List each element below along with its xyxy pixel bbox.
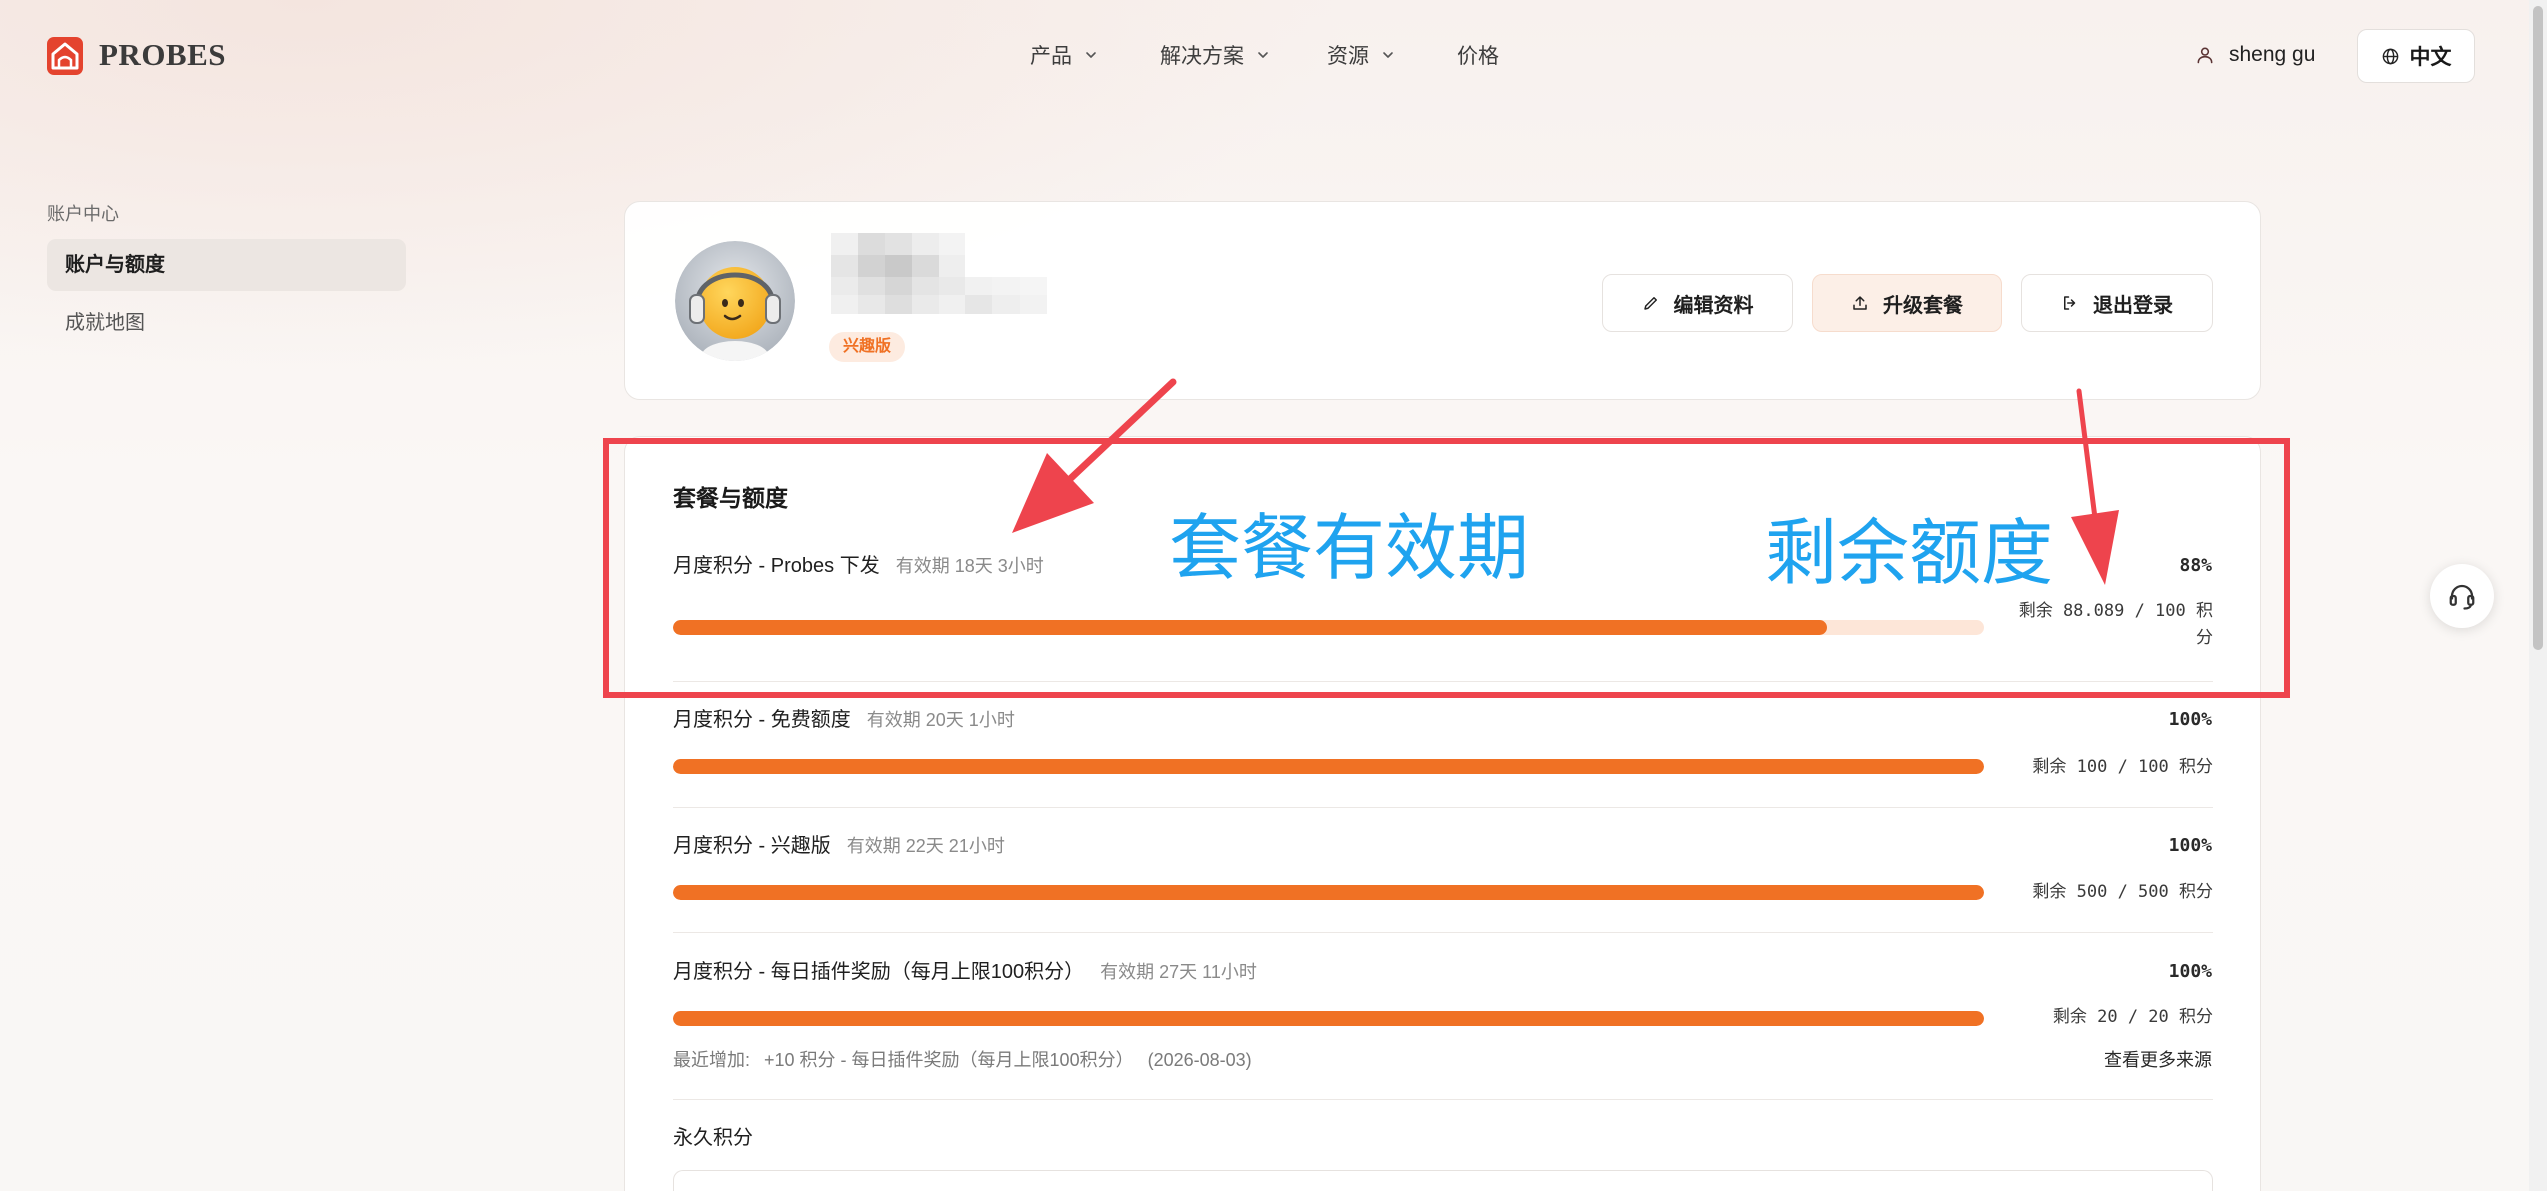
avatar[interactable] (675, 241, 795, 361)
sidebar-item-account-quota[interactable]: 账户与额度 (47, 239, 406, 291)
view-more-sources-link[interactable]: 查看更多来源 (2104, 1047, 2212, 1073)
upgrade-plan-button[interactable]: 升级套餐 (1812, 274, 2002, 332)
chevron-down-icon (1383, 52, 1393, 58)
headset-icon (2449, 584, 2475, 610)
quota-progress-bar (673, 885, 1984, 900)
quota-item-validity: 有效期 22天 21小时 (846, 836, 1005, 856)
upload-icon (1853, 296, 1867, 310)
quota-item-percent: 100% (2168, 961, 2212, 982)
logout-icon (2064, 296, 2076, 310)
globe-icon (2382, 48, 2398, 64)
permanent-credits-title: 永久积分 (673, 1127, 753, 1149)
quota-progress-fill (673, 759, 1984, 774)
nav-item-label: 解决方案 (1160, 45, 1244, 68)
language-switch-button[interactable]: 中文 (2357, 29, 2475, 83)
permanent-credits-panel (673, 1170, 2213, 1191)
upgrade-plan-label: 升级套餐 (1883, 294, 1963, 317)
quota-item-header: 月度积分 - 免费额度 有效期 20天 1小时 (673, 707, 1015, 733)
quota-progress-bar (673, 759, 1984, 774)
chevron-down-icon (1258, 52, 1268, 58)
quota-item-remaining: 剩余 500 / 500 积分 (2032, 882, 2213, 902)
nav-item-resources[interactable]: 资源 (1327, 35, 1395, 75)
nav-item-label: 价格 (1457, 45, 1499, 68)
redacted-user-name (831, 233, 1047, 314)
quota-item-percent: 100% (2168, 709, 2212, 730)
quota-item-header: 月度积分 - 兴趣版 有效期 22天 21小时 (673, 833, 1005, 859)
chevron-down-icon (1086, 52, 1096, 58)
quota-progress-fill (673, 885, 1984, 900)
quota-item-name: 月度积分 - 免费额度 (673, 709, 851, 731)
quota-item-remaining: 剩余 100 / 100 积分 (2032, 757, 2213, 777)
user-menu[interactable]: sheng gu (2195, 35, 2315, 75)
user-icon (2197, 47, 2213, 64)
user-name: sheng gu (2229, 43, 2316, 66)
page: PROBES 产品 解决方案 资源 价格 sheng gu 中文 账户中心 账户… (0, 0, 2547, 1191)
recent-increase-date: (2026-08-03) (1147, 1050, 1252, 1070)
profile-card: 兴趣版 编辑资料 升级套餐 退出登录 (624, 201, 2261, 400)
recent-increase-label: 最近增加: (673, 1050, 751, 1070)
sidebar-item-label: 账户与额度 (65, 254, 165, 276)
pencil-icon (1643, 297, 1657, 310)
edit-profile-button[interactable]: 编辑资料 (1602, 274, 1793, 332)
divider (673, 1099, 2213, 1100)
scrollbar-thumb[interactable] (2533, 6, 2543, 650)
divider (673, 932, 2213, 933)
recent-increase: 最近增加: +10 积分 - 每日插件奖励（每月上限100积分） (2026-0… (673, 1047, 1252, 1073)
nav-item-pricing[interactable]: 价格 (1457, 35, 1499, 75)
quota-item-validity: 有效期 20天 1小时 (866, 710, 1015, 730)
sidebar-item-achievement-map[interactable]: 成就地图 (65, 311, 145, 335)
nav-item-solutions[interactable]: 解决方案 (1160, 35, 1270, 75)
plan-badge: 兴趣版 (829, 332, 906, 362)
quota-progress-bar (673, 1011, 1984, 1026)
quota-item-remaining: 剩余 20 / 20 积分 (2052, 1007, 2213, 1027)
quota-progress-fill (673, 1011, 1984, 1026)
nav-item-products[interactable]: 产品 (1030, 35, 1098, 75)
probes-logo-icon[interactable] (47, 37, 83, 75)
quota-item-validity: 有效期 27天 11小时 (1100, 962, 1257, 982)
annotation-remaining-label: 剩余额度 (1765, 514, 2054, 594)
quota-item-name: 月度积分 - 兴趣版 (673, 835, 831, 857)
logout-label: 退出登录 (2093, 294, 2173, 317)
sidebar-section-title: 账户中心 (47, 204, 119, 224)
annotation-validity-label: 套餐有效期 (1169, 509, 1530, 589)
quota-item-percent: 100% (2168, 835, 2212, 856)
language-label: 中文 (2409, 46, 2452, 69)
nav-item-label: 产品 (1030, 45, 1072, 68)
quota-item-name: 月度积分 - 每日插件奖励（每月上限100积分） (673, 961, 1085, 983)
divider (673, 807, 2213, 808)
logout-button[interactable]: 退出登录 (2021, 274, 2213, 332)
quota-item-header: 月度积分 - 每日插件奖励（每月上限100积分） 有效期 27天 11小时 (673, 959, 1257, 985)
recent-increase-entry: +10 积分 - 每日插件奖励（每月上限100积分） (764, 1050, 1134, 1070)
nav-item-label: 资源 (1327, 45, 1369, 68)
brand-name[interactable]: PROBES (99, 35, 226, 75)
edit-profile-label: 编辑资料 (1673, 294, 1754, 317)
customer-support-button[interactable] (2430, 564, 2494, 628)
